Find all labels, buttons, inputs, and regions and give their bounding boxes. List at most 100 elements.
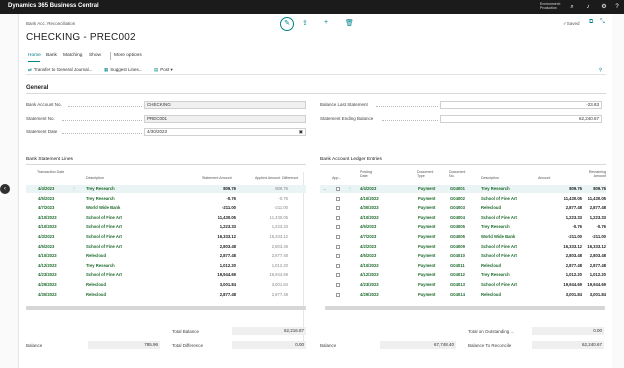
ledger-entries-title[interactable]: Bank Account Ledger Entries — [320, 157, 382, 162]
table-row[interactable]: 4/10/2023 Payment G04011 Relecloud 2,877.48 2… — [320, 262, 606, 270]
col-applied[interactable]: App... — [332, 176, 341, 180]
statement-ending-balance-field[interactable]: 62,240.67 — [440, 115, 602, 123]
description-cell[interactable]: Relecloud — [86, 281, 106, 289]
applied-checkbox[interactable] — [336, 206, 340, 211]
menu-show[interactable]: Show — [89, 53, 101, 58]
transaction-date-cell[interactable]: 4/10/2023 — [38, 252, 57, 260]
description-cell[interactable]: Relecloud — [86, 252, 106, 260]
col-transaction-date[interactable]: Transaction Date — [37, 170, 67, 174]
bell-icon[interactable]: ♪ — [584, 3, 592, 11]
table-row[interactable]: 4/10/2023 Payment G04004 School of Fine Art… — [320, 214, 606, 222]
statement-amount-cell[interactable]: -0.76 — [196, 195, 236, 203]
table-row[interactable]: 4/7/2023 World Wide Bank -211.00 -211.00 — [26, 204, 306, 212]
statement-amount-cell[interactable]: 19,944.69 — [196, 271, 236, 279]
col-description[interactable]: Description — [86, 176, 104, 180]
description-cell[interactable]: School of Fine Art — [86, 223, 122, 231]
transaction-date-cell[interactable]: 4/7/2023 — [38, 204, 54, 212]
posting-date-cell[interactable]: 4/10/2023 — [360, 214, 379, 222]
table-row[interactable]: ⋮ 4/4/2023 Trey Research 809.76 809.76 — [26, 185, 306, 193]
ledger-entries-scrollbar[interactable] — [325, 306, 605, 310]
table-row[interactable]: 4/29/2023 Relecloud 3,001.84 3,001.84 — [26, 281, 306, 289]
transaction-date-cell[interactable]: 4/4/2023 — [38, 185, 54, 193]
posting-date-cell[interactable]: 4/29/2023 — [360, 291, 379, 299]
table-row[interactable]: 4/30/2023 Relecloud 2,877.48 2,877.48 — [26, 291, 306, 299]
description-cell[interactable]: School of Fine Art — [86, 214, 122, 222]
applied-checkbox[interactable] — [336, 215, 340, 220]
col-amount[interactable]: Amount — [538, 176, 550, 180]
table-row[interactable]: → ⋮ 4/4/2023 Payment G04001 Trey Research 809.… — [320, 185, 606, 193]
table-row[interactable]: 4/10/2023 Payment G04002 School of Fine Art… — [320, 195, 606, 203]
posting-date-cell[interactable]: 4/10/2023 — [360, 195, 379, 203]
posting-date-cell[interactable]: 4/12/2023 — [360, 271, 379, 279]
row-menu-icon[interactable]: ⋮ — [72, 185, 76, 193]
posting-date-cell[interactable]: 4/2/2023 — [360, 243, 376, 251]
description-cell[interactable]: Trey Research — [86, 185, 115, 193]
menu-home[interactable]: Home — [28, 53, 41, 58]
applied-checkbox[interactable] — [336, 273, 340, 278]
statement-amount-cell[interactable]: 3,001.84 — [196, 281, 236, 289]
posting-date-cell[interactable]: 4/5/2023 — [360, 223, 376, 231]
table-row[interactable]: 4/23/2023 School of Fine Art 19,944.69 19,9… — [26, 271, 306, 279]
col-remaining-amount[interactable]: Remaining Amount — [584, 170, 606, 178]
transaction-date-cell[interactable]: 4/12/2023 — [38, 262, 57, 270]
open-new-window-icon[interactable]: ⧉ — [589, 19, 593, 26]
applied-checkbox[interactable] — [336, 263, 340, 268]
bank-account-no-field[interactable]: CHECKING — [144, 101, 306, 109]
new-icon[interactable]: + — [324, 19, 328, 26]
transaction-date-cell[interactable]: 4/23/2023 — [38, 271, 57, 279]
posting-date-cell[interactable]: 4/10/2023 — [360, 262, 379, 270]
table-row[interactable]: 4/3/2023 School of Fine Art 16,333.12 16,33… — [26, 233, 306, 241]
description-cell[interactable]: School of Fine Art — [86, 233, 122, 241]
table-row[interactable]: 4/12/2023 Trey Research 1,012.20 1,012.20 — [26, 262, 306, 270]
description-cell[interactable]: Trey Research — [86, 262, 115, 270]
table-row[interactable]: 4/10/2023 School of Fine Art 11,430.05 11,4… — [26, 214, 306, 222]
menu-bank[interactable]: Bank — [46, 53, 57, 58]
table-row[interactable]: 4/29/2023 Payment G04014 Relecloud 3,001.84 3… — [320, 291, 606, 299]
col-difference[interactable]: Difference — [282, 176, 298, 180]
table-row[interactable]: 4/5/2023 Payment G04010 School of Fine Art 2… — [320, 252, 606, 260]
calendar-icon[interactable]: ▣ — [299, 129, 303, 135]
transfer-to-journal-button[interactable]: ⇄ Transfer to General Journal... — [28, 67, 92, 73]
menu-matching[interactable]: Matching — [63, 53, 82, 58]
collapse-icon[interactable]: ⤡ — [600, 19, 605, 26]
posting-date-cell[interactable]: 4/7/2023 — [360, 233, 376, 241]
posting-date-cell[interactable]: 4/30/2023 — [360, 204, 379, 212]
statement-lines-title[interactable]: Bank Statement Lines — [26, 157, 73, 162]
table-row[interactable]: 4/5/2023 Payment G04005 Trey Research -0.76-… — [320, 223, 606, 231]
col-applied-amount[interactable]: Applied Amount — [255, 176, 280, 180]
statement-amount-cell[interactable]: 809.76 — [196, 185, 236, 193]
balance-last-statement-field[interactable]: -23.83 — [440, 101, 602, 109]
statement-no-field[interactable]: PREC001 — [144, 115, 306, 123]
personalize-icon[interactable]: ⚲ — [599, 67, 602, 73]
transaction-date-cell[interactable]: 4/29/2023 — [38, 281, 57, 289]
transaction-date-cell[interactable]: 4/10/2023 — [38, 214, 57, 222]
posting-date-cell[interactable]: 4/23/2023 — [360, 281, 379, 289]
table-row[interactable]: 4/7/2023 Payment G04006 World Wide Bank -211… — [320, 233, 606, 241]
suggest-lines-button[interactable]: ▦ Suggest Lines... — [104, 67, 143, 73]
table-row[interactable]: 4/5/2023 Trey Research -0.76 -0.76 — [26, 195, 306, 203]
table-row[interactable]: 4/5/2023 School of Fine Art 2,803.48 2,803.… — [26, 243, 306, 251]
transaction-date-cell[interactable]: 4/30/2023 — [38, 291, 57, 299]
applied-checkbox[interactable] — [336, 292, 340, 297]
applied-checkbox[interactable] — [336, 235, 340, 239]
statement-date-field[interactable]: 4/30/2023 ▣ — [144, 128, 306, 136]
posting-date-cell[interactable]: 4/4/2023 — [360, 185, 376, 193]
transaction-date-cell[interactable]: 4/5/2023 — [38, 243, 54, 251]
transaction-date-cell[interactable]: 4/10/2023 — [38, 223, 57, 231]
col-posting-date[interactable]: Posting Date — [360, 170, 380, 178]
statement-amount-cell[interactable]: 1,012.20 — [196, 262, 236, 270]
statement-amount-cell[interactable]: 16,333.12 — [196, 233, 236, 241]
statement-lines-scrollbar[interactable] — [26, 306, 306, 310]
applied-checkbox[interactable] — [336, 196, 340, 201]
post-button[interactable]: ▤ Post ▾ — [154, 67, 173, 73]
search-icon[interactable]: ⌕ — [568, 3, 576, 11]
table-row[interactable]: 4/30/2023 Payment G04003 Relecloud 2,877.48 2… — [320, 204, 606, 212]
breadcrumb[interactable]: Bank Acc. Reconciliation — [26, 21, 75, 26]
description-cell[interactable]: World Wide Bank — [86, 204, 120, 212]
delete-icon[interactable]: 🗑 — [345, 19, 354, 27]
col-ledger-description[interactable]: Description — [481, 176, 499, 180]
statement-amount-cell[interactable]: 1,223.33 — [196, 223, 236, 231]
collapse-arrow-icon[interactable]: ‹ — [0, 184, 10, 194]
table-row[interactable]: 4/2/2023 Payment G04009 School of Fine Art 1… — [320, 243, 606, 251]
applied-checkbox[interactable] — [336, 283, 340, 287]
